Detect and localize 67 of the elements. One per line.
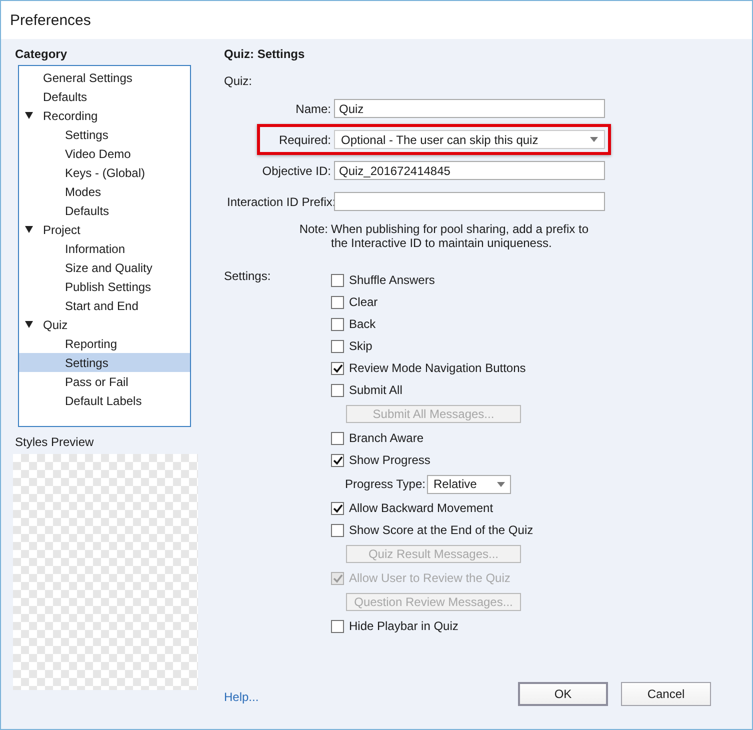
note-label: Note: [298,222,329,238]
tree-item[interactable]: Keys - (Global) [19,163,190,182]
checkbox-label: Review Mode Navigation Buttons [349,361,526,375]
field-label: Required: [278,132,332,146]
tree-item[interactable]: Project [19,220,190,239]
checkbox[interactable] [331,454,344,466]
panel-title: Quiz: Settings [224,47,306,61]
checkbox-label: Show Progress [349,453,430,467]
checkbox-label: Branch Aware [349,431,424,445]
checkbox-label: Show Score at the End of the Quiz [349,523,534,537]
required-dropdown[interactable]: Optional - The user can skip this quiz [334,130,605,149]
checkbox[interactable] [331,296,344,308]
tree-item[interactable]: Defaults [19,201,190,220]
help-link[interactable]: Help... [224,690,518,704]
checkbox[interactable] [331,384,344,396]
checkbox-label: Hide Playbar in Quiz [349,619,458,633]
input-field[interactable] [334,192,605,211]
checkbox[interactable] [331,524,344,536]
tree-item[interactable]: Video Demo [19,144,190,163]
field-label: Progress Type: [345,477,426,491]
tree-item[interactable]: Publish Settings [19,277,190,296]
checkbox[interactable] [331,620,344,632]
dialog-button[interactable]: OK [518,682,608,706]
caret-icon [590,137,598,142]
dialog-button[interactable]: Cancel [621,682,711,706]
tree-item[interactable]: Settings [19,353,190,372]
tree-item[interactable]: Modes [19,182,190,201]
section-label: Quiz: [224,74,254,88]
styles-preview-label: Styles Preview [15,435,95,449]
field-label: Objective ID: [261,164,332,178]
expand-triangle-icon[interactable] [25,112,33,119]
tree-item[interactable]: Information [19,239,190,258]
field-label: Interaction ID Prefix: [227,194,334,208]
checkbox-label: Shuffle Answers [349,273,435,287]
input-field[interactable]: Quiz_201672414845 [334,161,605,180]
progress-type-dropdown[interactable]: Relative [427,474,512,494]
checkbox-label: Skip [349,339,372,353]
category-heading: Category [15,47,68,61]
checkbox[interactable] [331,362,344,374]
tree-item[interactable]: Settings [19,125,190,144]
expand-triangle-icon[interactable] [25,226,33,233]
tree-item[interactable]: Recording [19,106,190,125]
tree-item[interactable]: Defaults [19,87,190,106]
checkbox[interactable] [331,274,344,286]
tree-item[interactable]: Quiz [19,315,190,334]
checkbox[interactable] [331,502,344,514]
checkbox[interactable] [331,318,344,330]
checkbox-label: Submit All [349,383,402,397]
tree-item[interactable]: Reporting [19,334,190,353]
checkbox-label: Back [349,317,376,331]
field-label: Name: [294,102,332,116]
settings-label: Settings: [224,269,272,285]
checkbox-label: Allow Backward Movement [349,501,494,515]
tree-item[interactable]: Default Labels [19,391,190,410]
caret-icon [497,482,506,486]
tree-item[interactable]: Start and End [19,296,190,315]
checkbox[interactable] [331,432,344,444]
tree-item[interactable]: General Settings [19,68,190,87]
tree-item[interactable]: Pass or Fail [19,372,190,391]
expand-triangle-icon[interactable] [25,321,33,328]
checkbox-label: Allow User to Review the Quiz [349,571,510,585]
input-field[interactable]: Quiz [334,99,605,118]
checkbox[interactable] [331,340,344,352]
tree-item[interactable]: Size and Quality [19,258,190,277]
note-text: When publishing for pool sharing, add a prefix to the Interactive ID to maintain uniqueness. [331,222,589,250]
checkbox-label: Clear [349,295,378,309]
window-title: Preferences [10,12,91,28]
